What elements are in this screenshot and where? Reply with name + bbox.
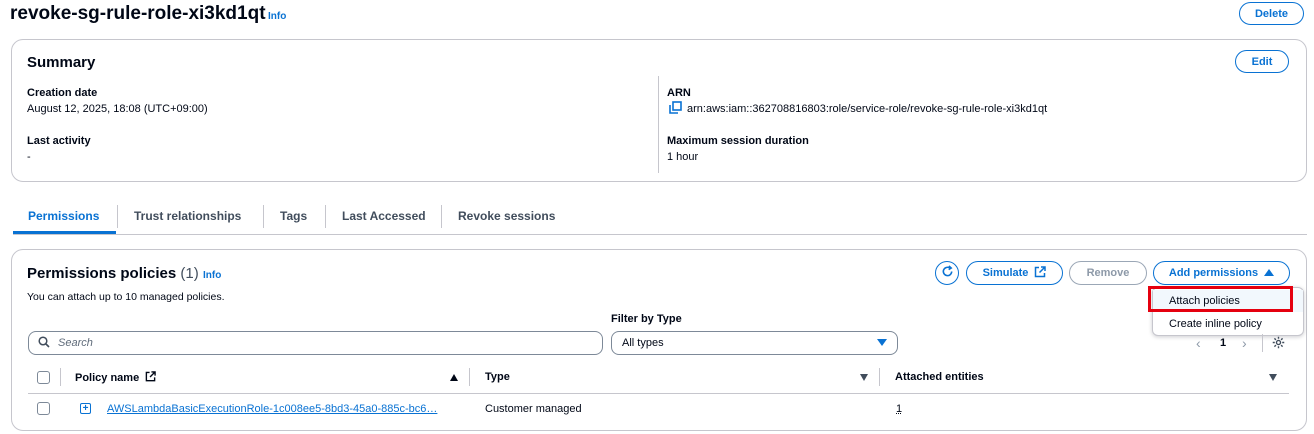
arn-value: arn:aws:iam::362708816803:role/service-r…: [687, 103, 1048, 115]
policy-type: Customer managed: [485, 403, 582, 415]
tab-separator: [325, 205, 326, 228]
arn-label: ARN: [667, 87, 691, 99]
type-select[interactable]: All types: [611, 331, 898, 355]
summary-divider: [658, 76, 659, 173]
creation-date-label: Creation date: [27, 87, 98, 99]
sort-icon[interactable]: [1269, 374, 1277, 381]
tab-last-accessed[interactable]: Last Accessed: [342, 209, 426, 223]
add-permissions-label: Add permissions: [1168, 267, 1259, 279]
expand-row-icon[interactable]: +: [80, 403, 91, 414]
type-select-value: All types: [622, 337, 664, 349]
active-tab-indicator: [13, 231, 116, 234]
column-separator: [879, 368, 880, 386]
tab-separator: [117, 205, 118, 228]
caret-up-icon: [1264, 267, 1275, 279]
current-page-number[interactable]: 1: [1220, 337, 1226, 349]
sort-icon[interactable]: [860, 374, 868, 381]
filter-by-type-label: Filter by Type: [611, 313, 682, 325]
title-info-link[interactable]: Info: [268, 11, 286, 22]
gear-icon[interactable]: [1272, 336, 1285, 352]
permissions-title: Permissions policies (1): [27, 265, 199, 282]
refresh-button[interactable]: [935, 261, 959, 285]
column-header-attached-entities[interactable]: Attached entities: [895, 371, 984, 383]
external-link-icon: [145, 371, 156, 385]
tab-trust-relationships[interactable]: Trust relationships: [134, 209, 241, 223]
last-activity-label: Last activity: [27, 135, 91, 147]
summary-title: Summary: [27, 54, 96, 71]
tabs-baseline: [13, 234, 1307, 235]
column-separator: [60, 368, 61, 386]
previous-page-icon[interactable]: ‹: [1196, 335, 1201, 351]
search-icon: [38, 335, 50, 351]
column-header-policy-name[interactable]: Policy name: [75, 371, 156, 385]
column-header-type[interactable]: Type: [485, 371, 510, 383]
menu-item-create-inline-policy[interactable]: Create inline policy: [1153, 313, 1303, 335]
row-checkbox[interactable]: [37, 402, 50, 415]
search-placeholder: Search: [58, 337, 93, 349]
attached-entities-value: 1: [896, 403, 903, 415]
last-activity-value: -: [27, 151, 31, 163]
tab-tags[interactable]: Tags: [280, 209, 307, 223]
external-link-icon: [1034, 265, 1047, 281]
permissions-count: (1): [180, 265, 199, 282]
permissions-info-link[interactable]: Info: [203, 270, 221, 281]
permissions-title-text: Permissions policies: [27, 265, 177, 282]
remove-button[interactable]: Remove: [1069, 261, 1147, 285]
table-header-divider: [28, 393, 1289, 394]
delete-button[interactable]: Delete: [1239, 2, 1304, 25]
max-session-value: 1 hour: [667, 151, 699, 163]
copy-icon[interactable]: [669, 101, 682, 117]
simulate-label: Simulate: [982, 267, 1029, 279]
permissions-subtitle: You can attach up to 10 managed policies…: [27, 291, 225, 303]
tab-permissions[interactable]: Permissions: [28, 209, 99, 223]
caret-down-icon: [877, 339, 887, 346]
creation-date-value: August 12, 2025, 18:08 (UTC+09:00): [27, 103, 208, 115]
max-session-label: Maximum session duration: [667, 135, 809, 147]
pager-separator: [1262, 334, 1263, 352]
policy-name-link[interactable]: AWSLambdaBasicExecutionRole-1c008ee5-8bd…: [107, 403, 437, 415]
page-title: revoke-sg-rule-role-xi3kd1qt: [10, 3, 266, 24]
edit-button[interactable]: Edit: [1235, 50, 1289, 73]
next-page-icon[interactable]: ›: [1242, 335, 1247, 351]
simulate-button[interactable]: Simulate: [966, 261, 1063, 285]
tab-separator: [441, 205, 442, 228]
column-header-policy-name-label: Policy name: [75, 372, 140, 384]
search-input[interactable]: Search: [28, 331, 603, 355]
tab-separator: [263, 205, 264, 228]
highlight-annotation-box: [1148, 286, 1293, 312]
column-separator: [469, 368, 470, 386]
select-all-checkbox[interactable]: [37, 371, 50, 384]
refresh-icon: [941, 265, 954, 281]
tab-revoke-sessions[interactable]: Revoke sessions: [458, 209, 555, 223]
add-permissions-button[interactable]: Add permissions: [1153, 261, 1290, 285]
sort-ascending-icon[interactable]: [450, 374, 458, 381]
